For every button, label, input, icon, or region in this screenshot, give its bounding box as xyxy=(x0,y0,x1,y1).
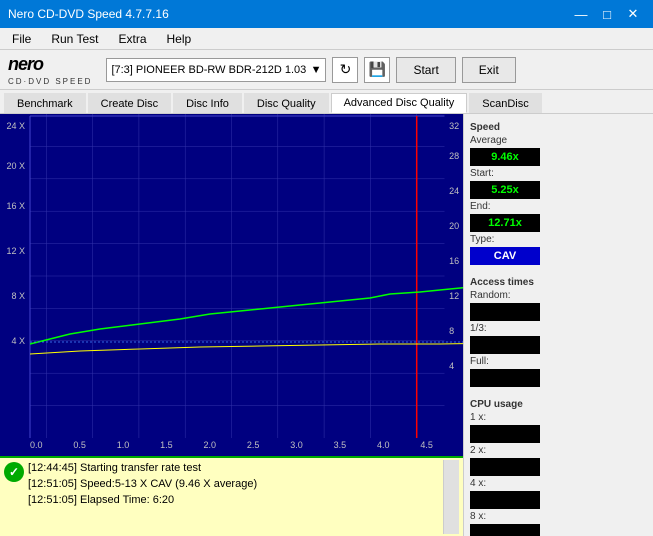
dropdown-arrow-icon: ▼ xyxy=(311,64,322,76)
chart-section: 24 X 20 X 16 X 12 X 8 X 4 X 32 28 24 20 … xyxy=(0,114,463,536)
log-line-1: [12:44:45] Starting transfer rate test xyxy=(28,460,439,476)
average-label: Average xyxy=(470,135,647,146)
svg-text:20 X: 20 X xyxy=(6,161,25,171)
tab-disc-info[interactable]: Disc Info xyxy=(173,93,242,113)
drive-label: [7:3] PIONEER BD-RW BDR-212D 1.03 xyxy=(111,64,306,76)
type-label: Type: xyxy=(470,234,647,245)
svg-text:12 X: 12 X xyxy=(6,246,25,256)
x-label-15: 1.5 xyxy=(160,440,173,456)
exit-button[interactable]: Exit xyxy=(462,57,516,83)
refresh-icon: ↻ xyxy=(340,61,352,78)
menu-help[interactable]: Help xyxy=(159,30,200,48)
random-label: Random: xyxy=(470,290,647,301)
svg-text:4: 4 xyxy=(449,361,454,371)
end-label: End: xyxy=(470,201,647,212)
type-value: CAV xyxy=(470,247,540,265)
svg-text:32: 32 xyxy=(449,121,459,131)
1x-value xyxy=(470,425,540,443)
app-title: Nero CD-DVD Speed 4.7.7.16 xyxy=(8,7,169,21)
svg-text:24 X: 24 X xyxy=(6,121,25,131)
log-area: ✓ [12:44:45] Starting transfer rate test… xyxy=(0,456,463,536)
save-button[interactable]: 💾 xyxy=(364,57,390,83)
start-button[interactable]: Start xyxy=(396,57,455,83)
svg-text:4 X: 4 X xyxy=(11,336,25,346)
drive-dropdown[interactable]: [7:3] PIONEER BD-RW BDR-212D 1.03 ▼ xyxy=(106,58,326,82)
right-panel: Speed Average 9.46x Start: 5.25x End: 12… xyxy=(463,114,653,536)
x-label-35: 3.5 xyxy=(334,440,347,456)
tab-benchmark[interactable]: Benchmark xyxy=(4,93,86,113)
log-text-area: [12:44:45] Starting transfer rate test [… xyxy=(28,460,439,534)
x-label-0: 0.0 xyxy=(30,440,43,456)
x-label-3: 3.0 xyxy=(290,440,303,456)
x-label-25: 2.5 xyxy=(247,440,260,456)
svg-text:8: 8 xyxy=(449,326,454,336)
cpu-section-title: CPU usage xyxy=(470,399,647,410)
main-content: 24 X 20 X 16 X 12 X 8 X 4 X 32 28 24 20 … xyxy=(0,114,653,536)
2x-value xyxy=(470,458,540,476)
svg-text:16: 16 xyxy=(449,256,459,266)
svg-text:12: 12 xyxy=(449,291,459,301)
start-label: Start: xyxy=(470,168,647,179)
minimize-button[interactable]: — xyxy=(569,4,593,24)
nero-logo: nero xyxy=(8,54,92,75)
1x-label: 1 x: xyxy=(470,412,647,423)
log-icon: ✓ xyxy=(4,462,24,482)
start-value: 5.25x xyxy=(470,181,540,199)
random-value xyxy=(470,303,540,321)
menu-file[interactable]: File xyxy=(4,30,39,48)
4x-value xyxy=(470,491,540,509)
logo: nero CD·DVD SPEED xyxy=(8,54,92,86)
chart-container: 24 X 20 X 16 X 12 X 8 X 4 X 32 28 24 20 … xyxy=(0,114,463,438)
onethird-value xyxy=(470,336,540,354)
chart-svg: 24 X 20 X 16 X 12 X 8 X 4 X 32 28 24 20 … xyxy=(0,114,463,438)
full-label: Full: xyxy=(470,356,647,367)
x-label-4: 4.0 xyxy=(377,440,390,456)
full-value xyxy=(470,369,540,387)
tab-advanced-disc-quality[interactable]: Advanced Disc Quality xyxy=(331,93,468,113)
speed-section-title: Speed xyxy=(470,122,647,133)
x-label-05: 0.5 xyxy=(73,440,86,456)
save-icon: 💾 xyxy=(369,61,386,78)
tab-disc-quality[interactable]: Disc Quality xyxy=(244,93,329,113)
onethird-label: 1/3: xyxy=(470,323,647,334)
x-label-45: 4.5 xyxy=(420,440,433,456)
access-times-title: Access times xyxy=(470,277,647,288)
svg-text:20: 20 xyxy=(449,221,459,231)
toolbar: nero CD·DVD SPEED [7:3] PIONEER BD-RW BD… xyxy=(0,50,653,90)
2x-label: 2 x: xyxy=(470,445,647,456)
tabs-bar: Benchmark Create Disc Disc Info Disc Qua… xyxy=(0,90,653,114)
svg-text:24: 24 xyxy=(449,186,459,196)
tab-scandisc[interactable]: ScanDisc xyxy=(469,93,541,113)
x-label-2: 2.0 xyxy=(204,440,217,456)
8x-label: 8 x: xyxy=(470,511,647,522)
tab-create-disc[interactable]: Create Disc xyxy=(88,93,171,113)
x-label-1: 1.0 xyxy=(117,440,130,456)
menu-bar: File Run Test Extra Help xyxy=(0,28,653,50)
end-value: 12.71x xyxy=(470,214,540,232)
log-scrollbar[interactable] xyxy=(443,460,459,534)
nero-sub: CD·DVD SPEED xyxy=(8,77,92,86)
log-line-3: [12:51:05] Elapsed Time: 6:20 xyxy=(28,492,439,508)
4x-label: 4 x: xyxy=(470,478,647,489)
refresh-button[interactable]: ↻ xyxy=(332,57,358,83)
svg-text:16 X: 16 X xyxy=(6,201,25,211)
8x-value xyxy=(470,524,540,536)
title-bar: Nero CD-DVD Speed 4.7.7.16 — □ ✕ xyxy=(0,0,653,28)
close-button[interactable]: ✕ xyxy=(621,4,645,24)
log-line-2: [12:51:05] Speed:5-13 X CAV (9.46 X aver… xyxy=(28,476,439,492)
window-controls: — □ ✕ xyxy=(569,4,645,24)
maximize-button[interactable]: □ xyxy=(595,4,619,24)
menu-run-test[interactable]: Run Test xyxy=(43,30,106,48)
menu-extra[interactable]: Extra xyxy=(110,30,154,48)
svg-text:28: 28 xyxy=(449,151,459,161)
svg-text:8 X: 8 X xyxy=(11,291,25,301)
average-value: 9.46x xyxy=(470,148,540,166)
